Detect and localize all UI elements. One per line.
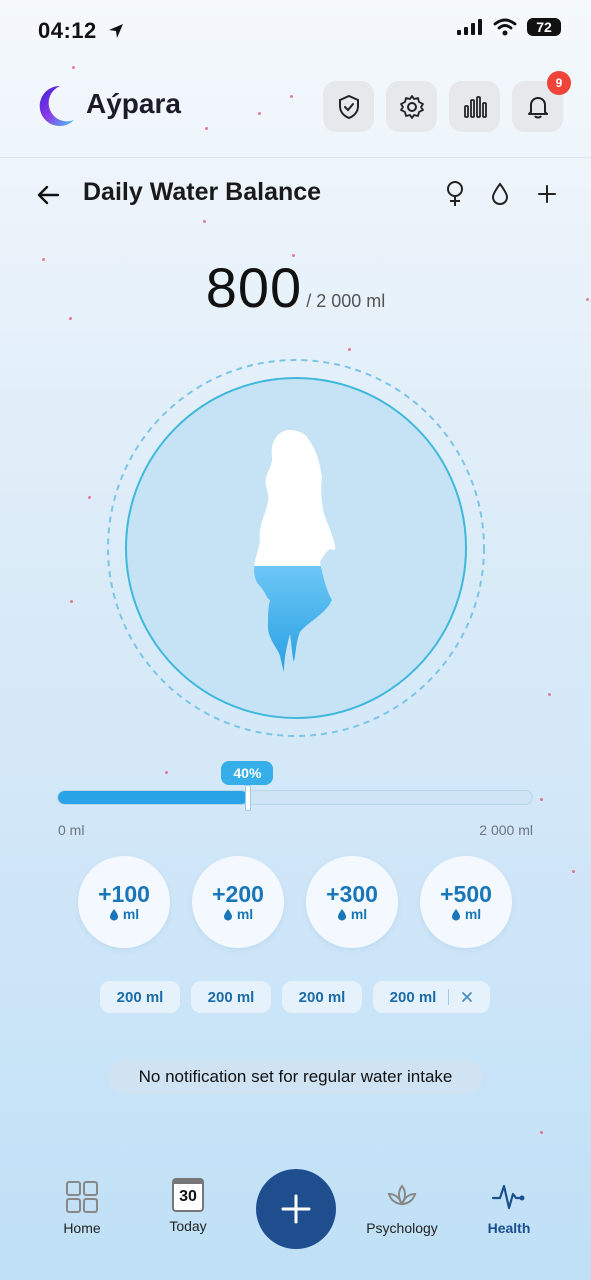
history-chip-label: 200 ml	[207, 988, 255, 1006]
add-button[interactable]	[535, 181, 559, 212]
add-amount-label: +500	[440, 881, 492, 907]
progress-min-label: 0 ml	[58, 822, 85, 838]
lotus-icon	[387, 1184, 417, 1206]
statistics-button[interactable]	[449, 81, 500, 132]
progress-percent-badge: 40%	[221, 761, 274, 785]
status-indicators: 72	[457, 18, 561, 36]
nav-home[interactable]: Home	[37, 1180, 127, 1236]
history-chip[interactable]: 200 ml	[100, 981, 180, 1013]
add-500-ml-button[interactable]: +500 ml	[420, 856, 512, 948]
calendar-date: 30	[179, 1188, 197, 1205]
history-chip[interactable]: 200 ml	[282, 981, 362, 1013]
close-icon[interactable]	[461, 991, 473, 1003]
goal-amount: / 2 000 ml	[306, 291, 386, 311]
add-amount-label: +100	[98, 881, 150, 907]
history-chip-label: 200 ml	[389, 988, 437, 1006]
back-button[interactable]	[36, 182, 62, 213]
nav-today[interactable]: 30 Today	[143, 1178, 233, 1234]
notifications-button[interactable]: 9	[512, 71, 571, 132]
notification-notice[interactable]: No notification set for regular water in…	[108, 1059, 483, 1095]
wifi-icon	[493, 18, 517, 36]
add-unit-label: ml	[350, 906, 368, 922]
water-body-visual	[107, 359, 485, 737]
privacy-shield-button[interactable]	[323, 81, 374, 132]
plus-icon	[538, 185, 556, 203]
battery-level: 72	[536, 19, 552, 35]
add-unit-label: ml	[236, 906, 254, 922]
current-amount: 800	[205, 256, 303, 319]
bar-chart-icon	[463, 95, 487, 118]
nav-today-label: Today	[169, 1218, 207, 1234]
water-drop-icon	[451, 908, 460, 920]
status-time-text: 04:12	[38, 18, 97, 43]
location-arrow-icon	[109, 24, 124, 38]
status-time: 04:12	[38, 18, 125, 44]
water-drop-icon	[491, 182, 509, 206]
add-300-ml-button[interactable]: +300 ml	[306, 856, 398, 948]
battery-indicator: 72	[527, 18, 561, 36]
history-chip-label: 200 ml	[298, 988, 346, 1006]
add-100-ml-button[interactable]: +100 ml	[78, 856, 170, 948]
progress-bar[interactable]	[57, 790, 533, 805]
add-200-ml-button[interactable]: +200 ml	[192, 856, 284, 948]
nav-psychology[interactable]: Psychology	[357, 1180, 447, 1236]
grid-icon	[66, 1181, 98, 1213]
crescent-moon-logo-icon	[39, 85, 74, 126]
water-drop-icon	[109, 908, 118, 920]
add-entry-fab[interactable]	[256, 1169, 336, 1249]
cellular-signal-icon	[457, 19, 482, 35]
add-amount-label: +200	[212, 881, 264, 907]
water-drop-button[interactable]	[489, 181, 511, 212]
gear-icon	[399, 94, 424, 119]
plus-icon	[281, 1194, 311, 1224]
add-unit-label: ml	[464, 906, 482, 922]
history-chip-latest[interactable]: 200 ml	[373, 981, 490, 1013]
progress-max-label: 2 000 ml	[479, 822, 533, 838]
settings-button[interactable]	[386, 81, 437, 132]
app-title: Aýpara	[86, 88, 181, 119]
water-drop-icon	[337, 908, 346, 920]
calendar-icon: 30	[172, 1178, 204, 1212]
history-chip[interactable]: 200 ml	[191, 981, 271, 1013]
progress-bar-thumb[interactable]	[245, 785, 252, 811]
chip-divider	[448, 989, 450, 1005]
add-unit-label: ml	[122, 906, 140, 922]
page-title: Daily Water Balance	[83, 178, 322, 206]
arrow-left-icon	[37, 185, 60, 205]
gender-toggle-button[interactable]	[443, 180, 467, 213]
nav-home-label: Home	[63, 1220, 101, 1236]
bell-icon	[527, 96, 548, 118]
female-symbol-icon	[447, 181, 463, 206]
history-chip-label: 200 ml	[116, 988, 164, 1006]
nav-health[interactable]: Health	[464, 1180, 554, 1236]
water-amount: 800/ 2 000 ml	[0, 255, 591, 320]
header-divider	[0, 157, 591, 158]
notification-count-badge: 9	[547, 71, 571, 95]
nav-psychology-label: Psychology	[366, 1220, 438, 1236]
water-drop-icon	[223, 908, 232, 920]
progress-bar-fill	[58, 791, 249, 804]
shield-check-icon	[338, 94, 359, 119]
nav-health-label: Health	[487, 1220, 531, 1236]
heartbeat-pulse-icon	[491, 1184, 525, 1210]
app-logo	[30, 82, 76, 130]
add-amount-label: +300	[326, 881, 378, 907]
